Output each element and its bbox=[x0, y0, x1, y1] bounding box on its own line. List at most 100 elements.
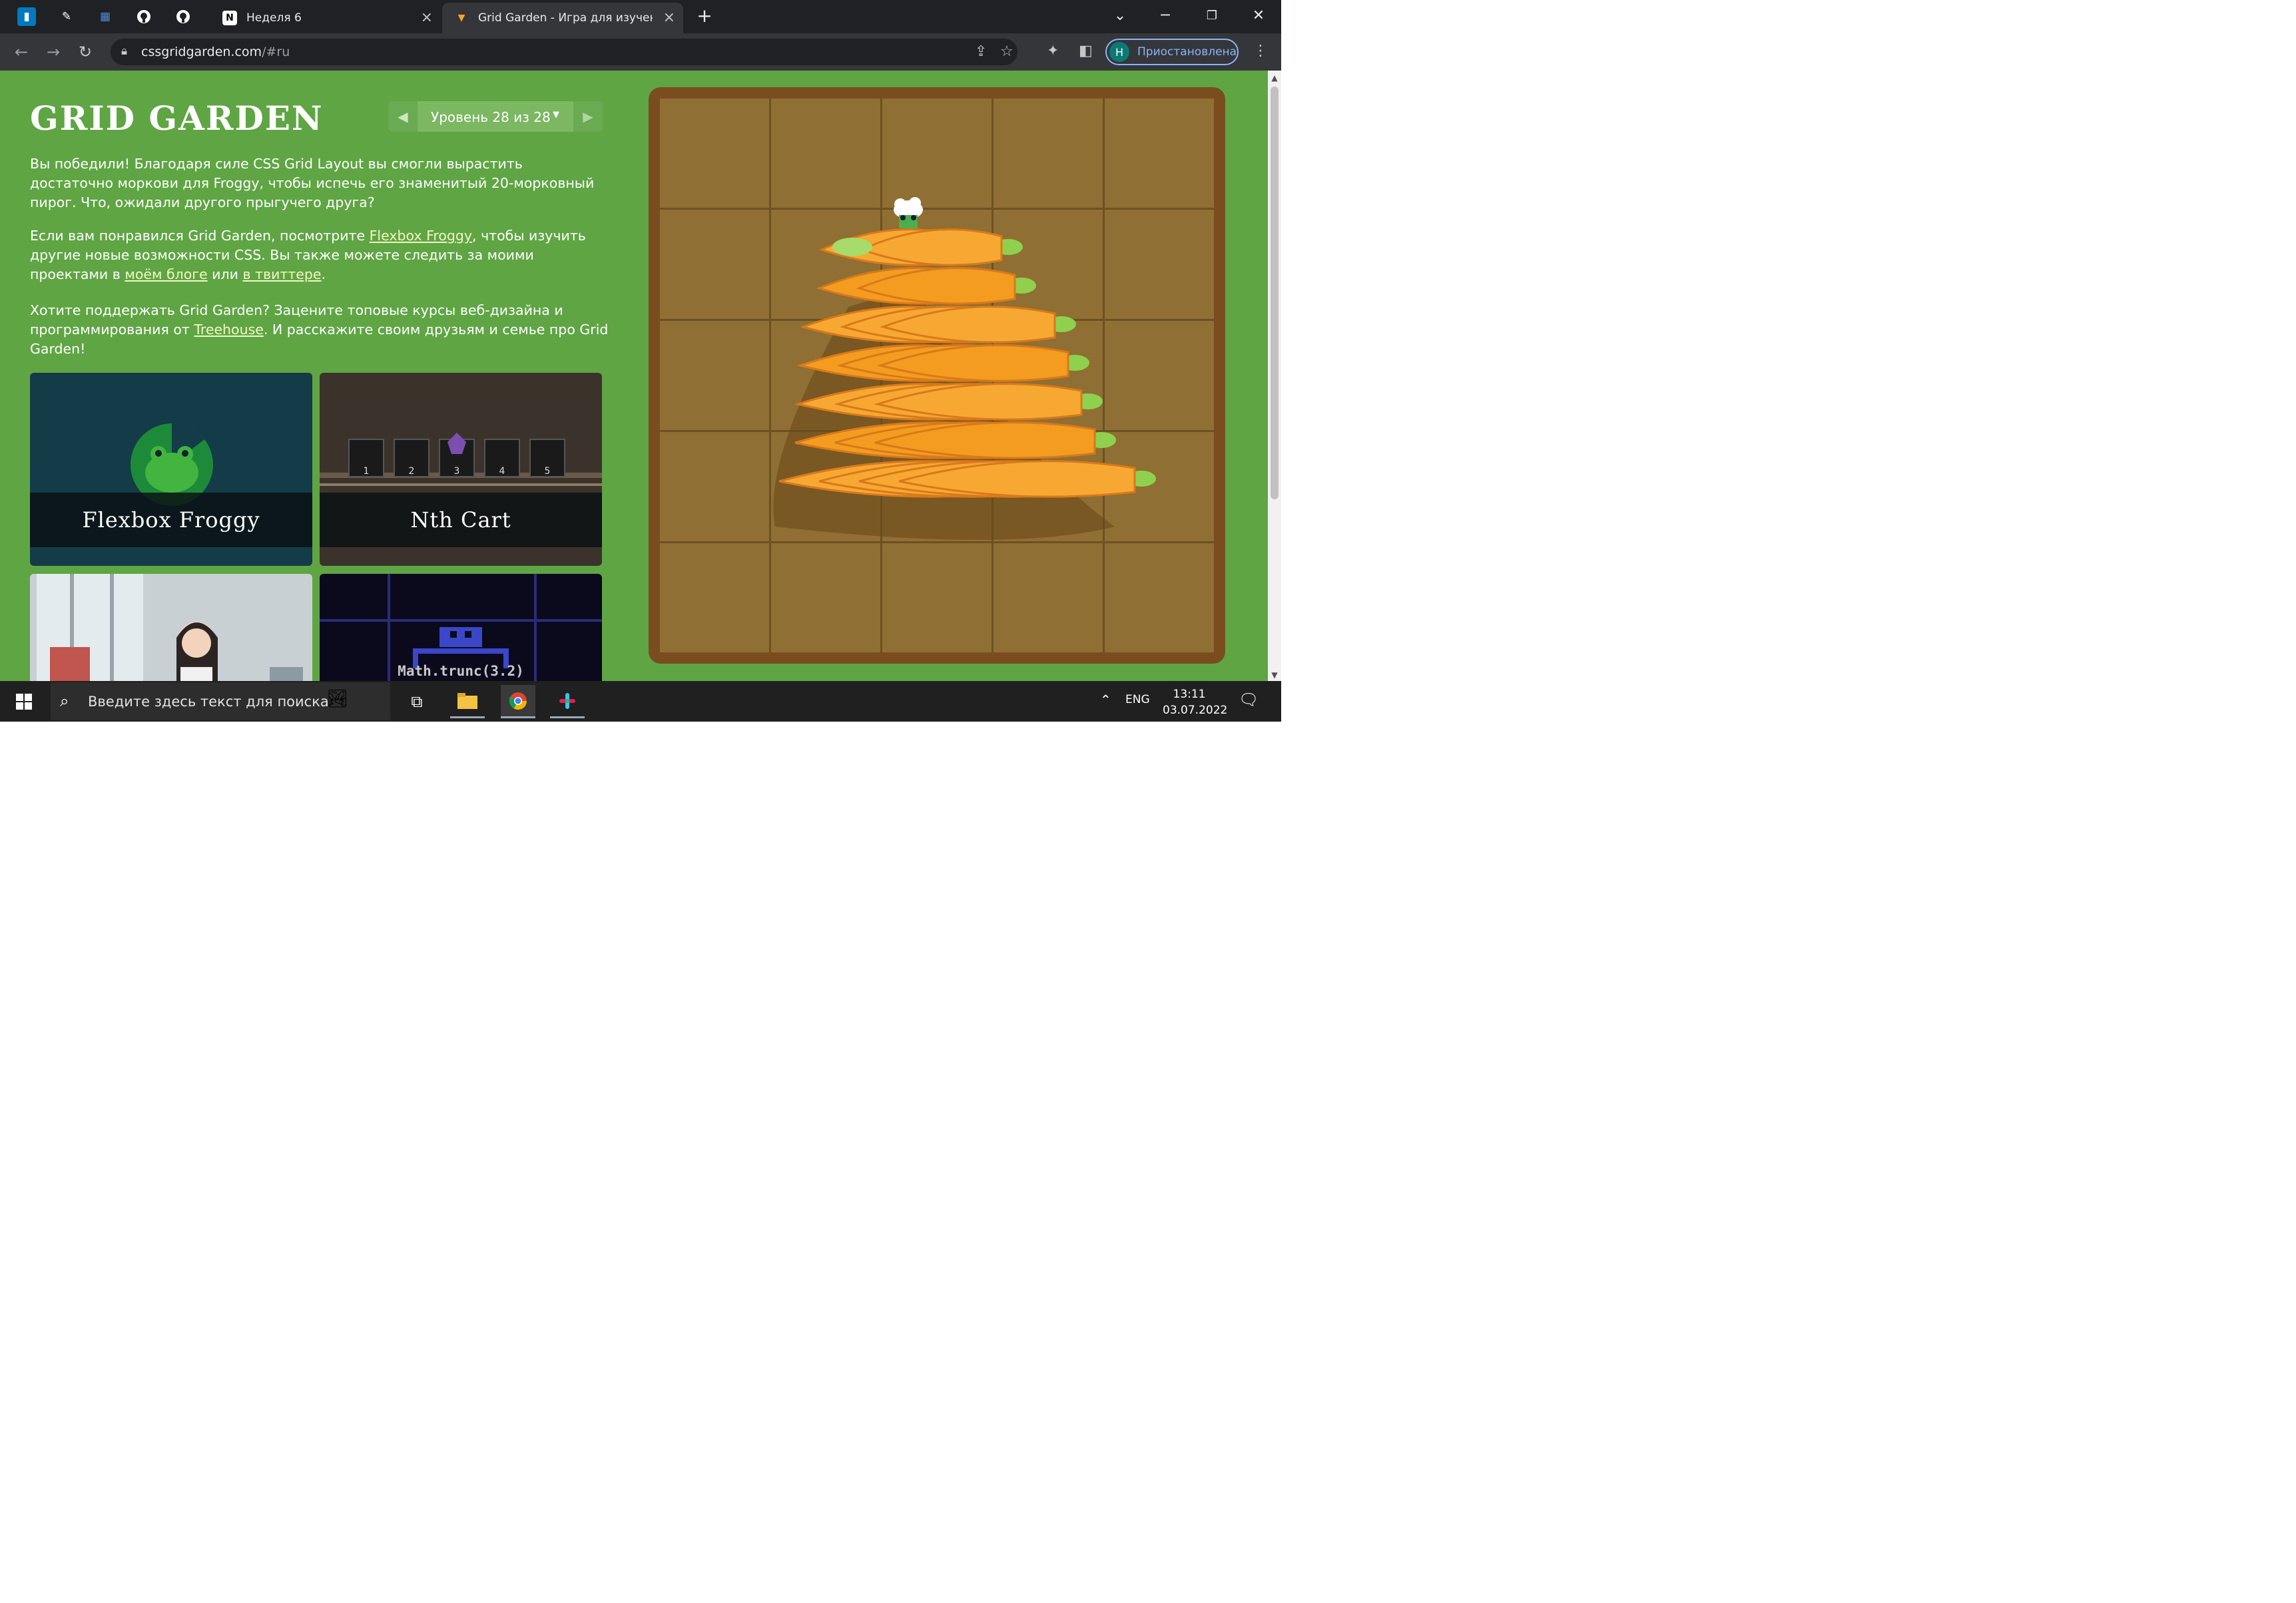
close-window-button[interactable]: ✕ bbox=[1239, 1, 1279, 29]
forward-button[interactable]: → bbox=[41, 40, 65, 64]
carrot-leaf bbox=[832, 238, 872, 256]
notion-icon: N bbox=[222, 11, 237, 25]
chrome-icon bbox=[509, 692, 527, 710]
address-bar[interactable]: 🔒︎ cssgridgarden.com/#ru ⇪ ☆ bbox=[111, 39, 1017, 65]
next-level-button[interactable]: ▶ bbox=[573, 101, 603, 132]
pinned-tab-github-1[interactable] bbox=[135, 7, 153, 26]
room-girl-illustration bbox=[30, 574, 312, 681]
pinned-tab-pen[interactable]: ✎ bbox=[57, 7, 76, 26]
windows-logo-icon bbox=[16, 694, 32, 710]
tab-notion[interactable]: N Неделя 6 × bbox=[210, 3, 441, 33]
victory-paragraph: Вы победили! Благодаря силе CSS Grid Lay… bbox=[30, 156, 595, 210]
slack-taskbar-button[interactable] bbox=[550, 685, 585, 718]
pinned-tab-trello[interactable]: ▮ bbox=[17, 7, 36, 26]
cart-number: 5 bbox=[545, 466, 551, 477]
blog-link[interactable]: моём блоге bbox=[125, 266, 207, 282]
url-host: cssgridgarden.com bbox=[141, 45, 262, 59]
carrot-icon: ▼ bbox=[457, 13, 465, 23]
text: или bbox=[207, 266, 243, 282]
prev-level-button[interactable]: ◀ bbox=[388, 101, 418, 132]
tab-title: Grid Garden - Игра для изучени bbox=[478, 11, 653, 25]
close-tab-icon[interactable]: × bbox=[663, 9, 675, 26]
minimize-icon: ─ bbox=[1161, 7, 1170, 24]
flexbox-froggy-link[interactable]: Flexbox Froggy bbox=[370, 228, 472, 244]
pinned-tab-windows-app[interactable]: ▦ bbox=[96, 7, 115, 26]
screen: ▮ ✎ ▦ N Неделя 6 × ▼ Grid Garden - Игра … bbox=[0, 0, 1281, 722]
card-flexbox-froggy[interactable]: Flexbox Froggy bbox=[30, 373, 312, 566]
reload-icon: ↻ bbox=[78, 43, 93, 61]
reload-button[interactable]: ↻ bbox=[73, 40, 97, 64]
task-view-icon: ⧉ bbox=[411, 692, 423, 711]
recommend-paragraph: Если вам понравился Grid Garden, посмотр… bbox=[30, 226, 609, 284]
card-math-trunc[interactable]: Math.trunc(3.2) bbox=[320, 574, 602, 681]
tab-strip: ▮ ✎ ▦ N Неделя 6 × ▼ Grid Garden - Игра … bbox=[0, 0, 1281, 33]
pinned-tab-github-2[interactable] bbox=[174, 7, 192, 26]
windows-app-icon: ▦ bbox=[99, 10, 111, 23]
support-paragraph: Хотите поддержать Grid Garden? Зацените … bbox=[30, 301, 609, 359]
arrow-right-icon: → bbox=[46, 43, 61, 61]
text: . bbox=[321, 266, 326, 282]
github-icon bbox=[137, 10, 150, 23]
tray-chevron-up-icon[interactable]: ⌃ bbox=[1100, 692, 1111, 708]
cart-number: 4 bbox=[499, 466, 505, 477]
side-panel-icon[interactable]: ◧ bbox=[1079, 43, 1093, 59]
close-tab-icon[interactable]: × bbox=[421, 9, 433, 26]
language-indicator[interactable]: ENG bbox=[1125, 693, 1150, 706]
start-button[interactable] bbox=[7, 685, 41, 718]
card-title: Math.trunc(3.2) bbox=[398, 663, 524, 679]
triangle-left-icon: ◀ bbox=[398, 109, 408, 124]
tab-grid-garden[interactable]: ▼ Grid Garden - Игра для изучени × bbox=[442, 3, 683, 33]
notification-icon[interactable]: 🗨︎ bbox=[1239, 690, 1259, 709]
windows-taskbar: ⌕ Введите здесь текст для поиска 🏞︎ ⧉ ⌃ … bbox=[0, 681, 1281, 722]
search-highlight-icon[interactable]: 🏞︎ bbox=[326, 689, 348, 709]
profile-button[interactable]: Н Приостановлена bbox=[1105, 39, 1239, 65]
restore-button[interactable]: ❐ bbox=[1192, 1, 1232, 29]
avatar: Н bbox=[1109, 42, 1129, 62]
search-placeholder[interactable]: Введите здесь текст для поиска bbox=[88, 694, 329, 710]
card-visual-novel[interactable] bbox=[30, 574, 312, 681]
back-button[interactable]: ← bbox=[9, 40, 33, 64]
card-title: Flexbox Froggy bbox=[30, 493, 312, 547]
lock-icon: 🔒︎ bbox=[121, 45, 128, 58]
minimize-button[interactable]: ─ bbox=[1145, 1, 1185, 29]
arrow-left-icon: ← bbox=[14, 43, 29, 61]
clock[interactable]: 13:11 03.07.2022 bbox=[1163, 686, 1227, 718]
garden-board bbox=[649, 87, 1225, 664]
text: Если вам понравился Grid Garden, посмотр… bbox=[30, 228, 370, 244]
menu-icon[interactable]: ⋮ bbox=[1253, 43, 1268, 59]
cart-number: 1 bbox=[364, 466, 370, 477]
level-indicator[interactable]: Уровень 28 из 28 bbox=[431, 109, 551, 125]
bookmark-star-icon[interactable]: ☆ bbox=[1000, 43, 1013, 60]
taskbar-search[interactable]: ⌕ Введите здесь текст для поиска 🏞︎ bbox=[51, 682, 390, 720]
trello-icon: ▮ bbox=[23, 10, 30, 23]
level-selector[interactable]: ◀ Уровень 28 из 28 ▼ ▶ bbox=[388, 101, 603, 132]
pen-icon: ✎ bbox=[61, 10, 72, 23]
slack-icon bbox=[559, 692, 575, 709]
scrollbar-thumb[interactable] bbox=[1271, 87, 1279, 499]
caret-down-icon: ▼ bbox=[553, 110, 559, 120]
file-explorer-button[interactable] bbox=[450, 685, 485, 718]
twitter-link[interactable]: в твиттере bbox=[242, 266, 321, 282]
treehouse-link[interactable]: Treehouse bbox=[194, 322, 264, 338]
page-content: GRID GARDEN ◀ Уровень 28 из 28 ▼ ▶ Вы по… bbox=[0, 71, 1268, 681]
card-title: Nth Cart bbox=[320, 493, 602, 547]
browser-toolbar: ← → ↻ 🔒︎ cssgridgarden.com/#ru ⇪ ☆ ✦ ◧ Н… bbox=[0, 33, 1281, 71]
scroll-down-icon[interactable]: ▼ bbox=[1268, 670, 1281, 680]
share-icon[interactable]: ⇪ bbox=[975, 43, 987, 60]
new-tab-button[interactable]: + bbox=[685, 1, 724, 29]
folder-icon bbox=[457, 692, 477, 709]
tab-title: Неделя 6 bbox=[246, 11, 302, 25]
task-view-button[interactable]: ⧉ bbox=[400, 685, 434, 718]
extensions-icon[interactable]: ✦ bbox=[1047, 43, 1059, 59]
chevron-down-icon: ⌄ bbox=[1113, 7, 1127, 24]
chrome-taskbar-button[interactable] bbox=[501, 685, 535, 718]
tab-search-button[interactable]: ⌄ bbox=[1100, 1, 1140, 29]
scroll-up-icon[interactable]: ▲ bbox=[1268, 73, 1281, 83]
page-scrollbar[interactable]: ▲ ▼ bbox=[1268, 71, 1281, 681]
card-nth-cart[interactable]: 1 2 3 4 5 Nth Cart bbox=[320, 373, 602, 566]
search-icon: ⌕ bbox=[60, 692, 69, 710]
profile-status: Приостановлена bbox=[1137, 45, 1237, 59]
clock-time: 13:11 bbox=[1173, 688, 1206, 701]
page-title: GRID GARDEN bbox=[30, 99, 324, 138]
url-text: cssgridgarden.com/#ru bbox=[141, 45, 290, 59]
